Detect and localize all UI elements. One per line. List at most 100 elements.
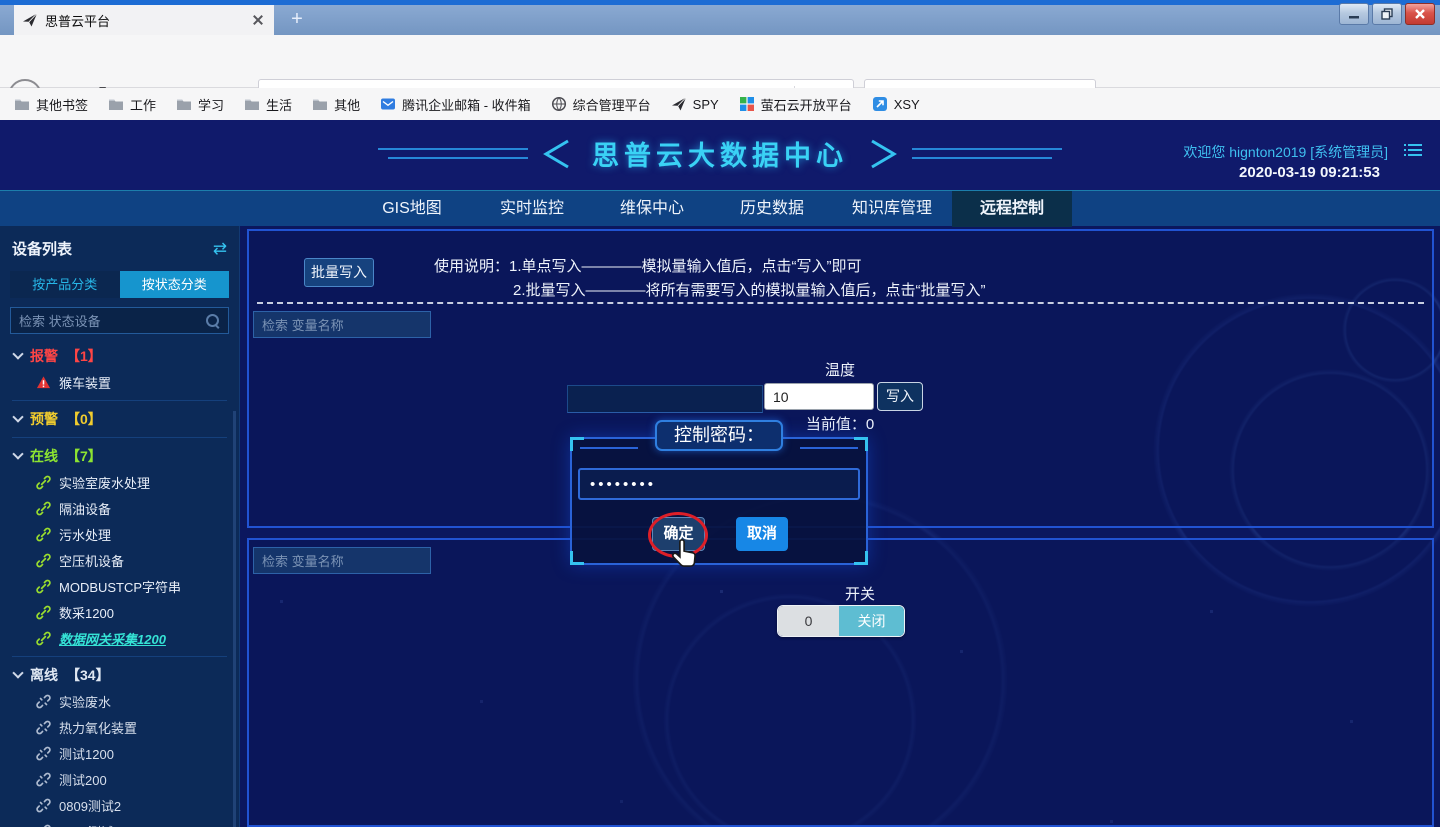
device-tree-row[interactable]: [0, 432, 239, 443]
switch-state-button[interactable]: 关闭: [839, 606, 904, 636]
device-tree-row[interactable]: 空压机设备: [0, 547, 239, 573]
device-tree-row[interactable]: MODBUSTCP字符串: [0, 573, 239, 599]
bookmarks-bar: 其他书签 工作 学习 生活 其他 腾讯企业邮箱 - 收件箱 综合管理平台: [0, 88, 1440, 120]
tab-by-status[interactable]: 按状态分类: [120, 271, 230, 298]
device-tree-row[interactable]: 数采1200: [0, 599, 239, 625]
bookmark-item[interactable]: 工作: [108, 95, 156, 114]
device-tree-row[interactable]: 热力氧化装置: [0, 714, 239, 740]
device-count: 【34】: [66, 665, 110, 685]
device-tree-row[interactable]: 测试1200: [0, 740, 239, 766]
bookmark-item[interactable]: XSY: [872, 96, 920, 112]
bookmark-label: 生活: [266, 95, 292, 114]
device-tree-row[interactable]: 实验废水: [0, 688, 239, 714]
device-tree-row[interactable]: 在线 【7】: [0, 443, 239, 469]
new-tab-button[interactable]: +: [284, 7, 310, 33]
bookmark-icon: [312, 96, 328, 112]
welcome-user-text[interactable]: 欢迎您 hignton2019 [系统管理员]: [1183, 142, 1388, 162]
restore-button[interactable]: [1372, 3, 1402, 25]
user-menu-icon[interactable]: [1404, 144, 1422, 157]
password-input[interactable]: [578, 468, 860, 500]
control-password-dialog: 控制密码： 确定 取消: [570, 420, 868, 565]
write-button[interactable]: 写入: [877, 382, 923, 411]
chevron-down-icon[interactable]: [12, 448, 23, 459]
nav-tab[interactable]: 实时监控: [472, 191, 592, 227]
device-status-icon: [36, 798, 51, 813]
bookmark-label: 综合管理平台: [573, 95, 651, 114]
device-label: 数采1200: [59, 603, 114, 622]
device-count: 【0】: [66, 409, 102, 429]
sidebar-scrollbar[interactable]: [233, 411, 236, 827]
chevron-down-icon[interactable]: [12, 667, 23, 678]
nav-tab[interactable]: 维保中心: [592, 191, 712, 227]
device-label: 离线: [30, 665, 58, 685]
page-title: 思普云大数据中心: [592, 134, 848, 173]
device-tree-row[interactable]: [0, 395, 239, 406]
batch-write-button[interactable]: 批量写入: [304, 258, 374, 287]
device-count: 【7】: [66, 446, 102, 466]
device-tree-row[interactable]: 0909测试: [0, 818, 239, 827]
bookmark-label: 其他书签: [36, 95, 88, 114]
temperature-value-input[interactable]: [764, 383, 874, 410]
nav-tab[interactable]: GIS地图: [352, 191, 472, 227]
bookmark-item[interactable]: 腾讯企业邮箱 - 收件箱: [380, 95, 531, 114]
switch-control[interactable]: 0 关闭: [777, 605, 905, 637]
tab-by-product[interactable]: 按产品分类: [10, 271, 120, 298]
device-tree-row[interactable]: 污水处理: [0, 521, 239, 547]
bookmark-icon: [671, 96, 687, 112]
device-search-input[interactable]: 检索 状态设备: [10, 307, 229, 334]
device-status-icon: [36, 579, 51, 594]
device-label: 在线: [30, 446, 58, 466]
variable-name-box: [567, 385, 763, 413]
device-label: 0909测试: [59, 822, 114, 827]
chevron-down-icon[interactable]: [12, 348, 23, 359]
device-tree-row[interactable]: 数据网关采集1200: [0, 625, 239, 651]
device-tree-row[interactable]: 0809测试2: [0, 792, 239, 818]
device-status-icon: [36, 746, 51, 761]
bookmark-label: 其他: [334, 95, 360, 114]
sidebar-title: 设备列表: [12, 238, 72, 259]
bookmark-label: 学习: [198, 95, 224, 114]
device-tree: 报警 【1】 猴车装置 预警: [0, 338, 239, 827]
bookmark-item[interactable]: SPY: [671, 96, 719, 112]
browser-tab[interactable]: 思普云平台: [14, 5, 274, 35]
device-tree-row[interactable]: 猴车装置: [0, 369, 239, 395]
device-status-icon: [36, 527, 51, 542]
device-tree-row[interactable]: 隔油设备: [0, 495, 239, 521]
nav-tab[interactable]: 知识库管理: [832, 191, 952, 227]
cancel-button[interactable]: 取消: [736, 517, 788, 551]
device-label: 0809测试2: [59, 796, 121, 815]
sidebar-collapse-icon[interactable]: ⇄: [213, 239, 227, 259]
device-status-icon: [36, 375, 51, 390]
device-tree-row[interactable]: 预警 【0】: [0, 406, 239, 432]
bookmark-label: 工作: [130, 95, 156, 114]
bookmark-item[interactable]: 其他: [312, 95, 360, 114]
bookmark-label: SPY: [693, 97, 719, 112]
bookmark-item[interactable]: 其他书签: [14, 95, 88, 114]
device-list-sidebar: 设备列表 ⇄ 按产品分类 按状态分类 检索 状态设备 报警 【1】: [0, 226, 240, 827]
bookmark-item[interactable]: 学习: [176, 95, 224, 114]
close-button[interactable]: [1405, 3, 1435, 25]
variable-search-input-2[interactable]: 检索 变量名称: [253, 547, 431, 574]
device-label: 热力氧化装置: [59, 718, 137, 737]
device-tree-row[interactable]: 测试200: [0, 766, 239, 792]
device-tree-row[interactable]: 实验室废水处理: [0, 469, 239, 495]
bookmark-item[interactable]: 综合管理平台: [551, 95, 651, 114]
device-status-icon: [36, 605, 51, 620]
chevron-down-icon[interactable]: [12, 411, 23, 422]
device-tree-row[interactable]: 报警 【1】: [0, 343, 239, 369]
bookmark-item[interactable]: 生活: [244, 95, 292, 114]
device-status-icon: [36, 720, 51, 735]
minimize-button[interactable]: [1339, 3, 1369, 25]
device-status-icon: [36, 824, 51, 827]
device-status-icon: [36, 631, 51, 646]
bookmark-item[interactable]: 萤石云开放平台: [739, 95, 852, 114]
device-tree-row[interactable]: 离线 【34】: [0, 662, 239, 688]
page-header: 思普云大数据中心 欢迎您 hignton2019 [系统管理员] 2020-03…: [0, 120, 1440, 190]
nav-tab[interactable]: 历史数据: [712, 191, 832, 227]
switch-write-panel: 检索 变量名称 开关 0 关闭: [247, 538, 1434, 827]
tab-close-icon[interactable]: [250, 12, 266, 28]
device-label: 实验废水: [59, 692, 111, 711]
variable-search-input[interactable]: 检索 变量名称: [253, 311, 431, 338]
nav-tab[interactable]: 远程控制: [952, 191, 1072, 227]
device-tree-row[interactable]: [0, 651, 239, 662]
